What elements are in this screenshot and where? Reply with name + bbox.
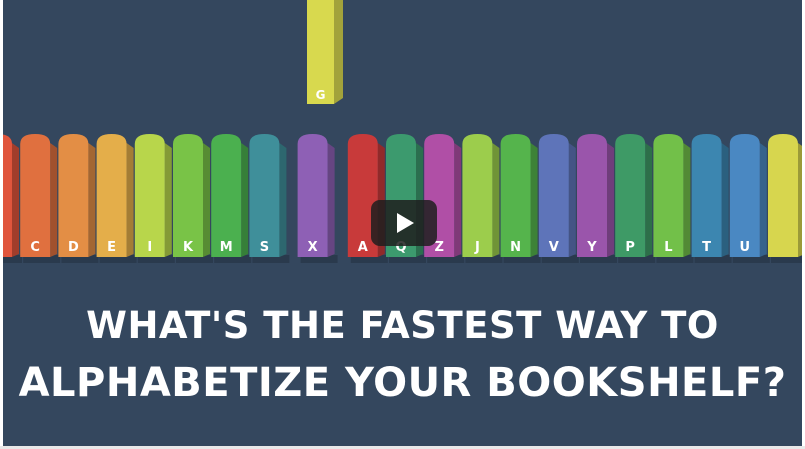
book-letter: Y bbox=[586, 240, 597, 255]
book-letter: G bbox=[316, 88, 326, 102]
book-letter: X bbox=[308, 240, 318, 255]
book-letter: K bbox=[183, 240, 194, 255]
book-side bbox=[721, 143, 729, 257]
book-side bbox=[88, 143, 96, 257]
book-side bbox=[12, 143, 19, 257]
book-j: J bbox=[462, 134, 503, 263]
book-side bbox=[126, 143, 134, 257]
book-b: B bbox=[3, 134, 22, 263]
book-side bbox=[241, 143, 249, 257]
book-side bbox=[759, 143, 767, 257]
play-icon bbox=[397, 213, 414, 233]
book-y: Y bbox=[577, 134, 617, 263]
video-player[interactable]: GBCDEIKMSXAQZJNVYPLTU WHAT'S THE FASTEST… bbox=[3, 0, 802, 446]
book-side bbox=[530, 143, 538, 257]
book-side bbox=[50, 143, 58, 257]
book-letter: A bbox=[358, 240, 368, 255]
book-side bbox=[203, 143, 210, 257]
book-letter: L bbox=[664, 240, 672, 255]
book-side bbox=[164, 143, 172, 257]
book-v: V bbox=[538, 134, 579, 263]
book-letter: M bbox=[220, 240, 233, 255]
book-spine bbox=[538, 134, 569, 257]
book-n: N bbox=[500, 134, 541, 263]
book-letter: I bbox=[147, 240, 152, 255]
book-letter: C bbox=[30, 240, 40, 255]
book-letter: E bbox=[107, 240, 116, 255]
book-c: C bbox=[20, 134, 61, 263]
book-letter: N bbox=[510, 240, 521, 255]
book-spine bbox=[211, 134, 242, 257]
book-side bbox=[683, 143, 691, 257]
book-spine bbox=[500, 134, 531, 257]
book-s: S bbox=[249, 134, 290, 263]
book-spine bbox=[96, 134, 127, 257]
lifted-book: G bbox=[307, 0, 343, 104]
book-letter: S bbox=[260, 240, 269, 255]
book-e: E bbox=[96, 134, 137, 263]
book-letter: T bbox=[702, 240, 711, 255]
video-thumbnail-frame: GBCDEIKMSXAQZJNVYPLTU WHAT'S THE FASTEST… bbox=[0, 0, 805, 449]
book-spine bbox=[768, 134, 798, 257]
title-line-2: ALPHABETIZE YOUR BOOKSHELF? bbox=[18, 360, 787, 406]
book-side bbox=[454, 143, 462, 257]
book-spine bbox=[249, 134, 280, 257]
book-spine bbox=[297, 134, 328, 257]
book-side bbox=[607, 143, 614, 257]
book-spine bbox=[20, 134, 51, 257]
book-d: D bbox=[58, 134, 99, 263]
book-spine bbox=[462, 134, 493, 257]
book-letter: D bbox=[68, 240, 79, 255]
book-side bbox=[645, 143, 653, 257]
book-side bbox=[334, 0, 343, 104]
book-m: M bbox=[211, 134, 252, 263]
book-letter: P bbox=[625, 240, 635, 255]
book-partial bbox=[768, 134, 802, 263]
title-line-1: WHAT'S THE FASTEST WAY TO bbox=[86, 304, 719, 347]
book-spine bbox=[653, 134, 684, 257]
book-x: X bbox=[297, 134, 338, 263]
book-spine bbox=[173, 134, 203, 257]
play-button[interactable] bbox=[371, 200, 437, 246]
book-spine bbox=[3, 134, 12, 257]
book-u: U bbox=[729, 134, 770, 263]
book-side bbox=[279, 143, 287, 257]
book-letter: V bbox=[549, 240, 559, 255]
book-spine bbox=[691, 134, 722, 257]
book-spine bbox=[577, 134, 607, 257]
book-l: L bbox=[653, 134, 694, 263]
book-side bbox=[798, 143, 802, 257]
book-t: T bbox=[691, 134, 732, 263]
book-letter: J bbox=[474, 240, 480, 255]
book-side bbox=[327, 143, 335, 257]
book-spine bbox=[58, 134, 89, 257]
video-title: WHAT'S THE FASTEST WAY TO ALPHABETIZE YO… bbox=[3, 298, 802, 412]
book-p: P bbox=[615, 134, 656, 263]
book-spine bbox=[134, 134, 165, 257]
book-i: I bbox=[134, 134, 175, 263]
book-k: K bbox=[173, 134, 213, 263]
book-side bbox=[492, 143, 500, 257]
book-letter: U bbox=[740, 240, 751, 255]
book-spine bbox=[615, 134, 646, 257]
book-spine bbox=[729, 134, 760, 257]
book-side bbox=[568, 143, 576, 257]
